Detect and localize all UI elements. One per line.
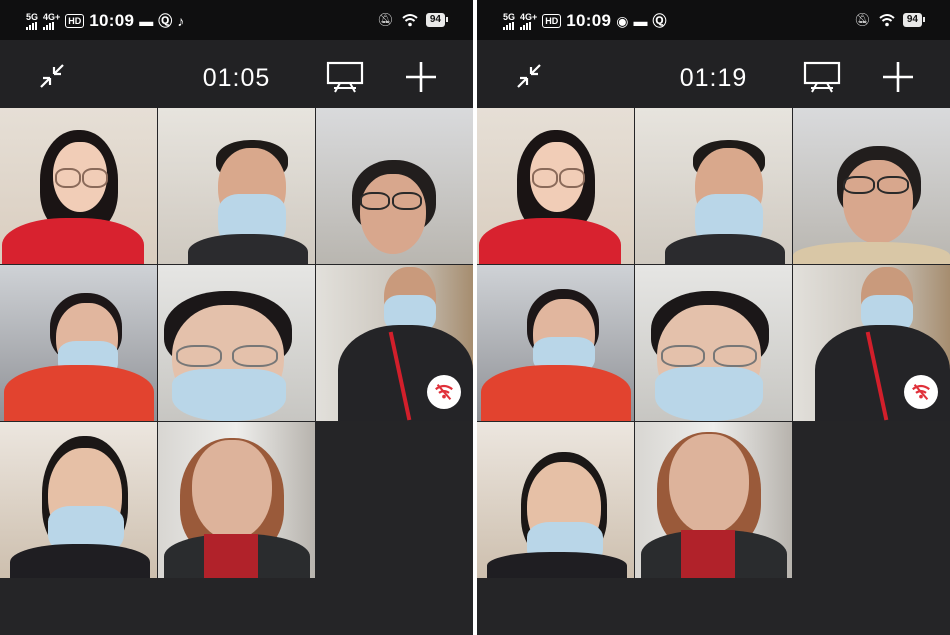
status-bar: 5G 4G+ HD 10:09 ▬ Ⓠ ♪ 🔕︎ 94 bbox=[0, 0, 473, 40]
video-tile-participant-2[interactable] bbox=[635, 108, 792, 264]
message-icon: ▬ bbox=[633, 13, 648, 29]
poor-network-icon bbox=[904, 375, 938, 409]
empty-slot bbox=[316, 422, 473, 578]
video-tile-participant-8[interactable] bbox=[635, 422, 792, 578]
signal-4g-icon: 4G+ bbox=[520, 12, 537, 30]
tiktok-icon: ♪ bbox=[177, 13, 185, 29]
hd-voice-icon: HD bbox=[542, 14, 562, 28]
call-toolbar: 01:05 bbox=[0, 40, 473, 108]
video-tile-participant-1[interactable] bbox=[0, 108, 157, 264]
q-icon: Ⓠ bbox=[158, 13, 173, 29]
screen-share-icon[interactable] bbox=[326, 60, 364, 94]
hd-voice-icon: HD bbox=[65, 14, 85, 28]
q-icon: Ⓠ bbox=[652, 13, 667, 29]
empty-slot bbox=[793, 422, 950, 578]
video-tile-participant-3[interactable] bbox=[793, 108, 950, 264]
wifi-icon bbox=[402, 14, 418, 27]
video-tile-participant-5[interactable] bbox=[158, 265, 315, 421]
mute-bell-icon: 🔕︎ bbox=[854, 12, 871, 27]
call-timer: 01:19 bbox=[679, 64, 748, 92]
wifi-icon bbox=[879, 14, 895, 27]
video-tile-participant-1[interactable] bbox=[477, 108, 634, 264]
battery-icon: 94 bbox=[902, 13, 926, 27]
status-time: 10:09 bbox=[566, 11, 612, 30]
phone-screen-1: 5G 4G+ HD 10:09 ▬ Ⓠ ♪ 🔕︎ 94 01:05 bbox=[0, 0, 473, 635]
battery-icon: 94 bbox=[425, 13, 449, 27]
signal-5g-icon: 5G bbox=[503, 12, 515, 30]
poor-network-icon bbox=[427, 375, 461, 409]
video-tile-participant-8[interactable] bbox=[158, 422, 315, 578]
video-tile-participant-3[interactable] bbox=[316, 108, 473, 264]
add-icon[interactable] bbox=[881, 60, 915, 94]
video-tile-participant-4[interactable] bbox=[0, 265, 157, 421]
video-tile-participant-7[interactable] bbox=[0, 422, 157, 578]
video-tile-participant-7[interactable] bbox=[477, 422, 634, 578]
video-tile-participant-6[interactable] bbox=[316, 265, 473, 421]
call-timer: 01:05 bbox=[202, 64, 271, 92]
wechat-icon: ◉ bbox=[616, 12, 629, 29]
mute-bell-icon: 🔕︎ bbox=[377, 12, 394, 27]
video-tile-participant-5[interactable] bbox=[635, 265, 792, 421]
signal-5g-icon: 5G bbox=[26, 12, 38, 30]
video-tile-participant-4[interactable] bbox=[477, 265, 634, 421]
add-icon[interactable] bbox=[404, 60, 438, 94]
status-bar: 5G 4G+ HD 10:09 ◉ ▬ Ⓠ 🔕︎ 94 bbox=[477, 0, 950, 40]
phone-screen-2: 5G 4G+ HD 10:09 ◉ ▬ Ⓠ 🔕︎ 94 01:19 bbox=[477, 0, 950, 635]
call-toolbar: 01:19 bbox=[477, 40, 950, 108]
message-icon: ▬ bbox=[139, 13, 154, 29]
status-time: 10:09 bbox=[89, 11, 135, 30]
video-tile-participant-6[interactable] bbox=[793, 265, 950, 421]
signal-4g-icon: 4G+ bbox=[43, 12, 60, 30]
video-tile-participant-2[interactable] bbox=[158, 108, 315, 264]
screen-share-icon[interactable] bbox=[803, 60, 841, 94]
